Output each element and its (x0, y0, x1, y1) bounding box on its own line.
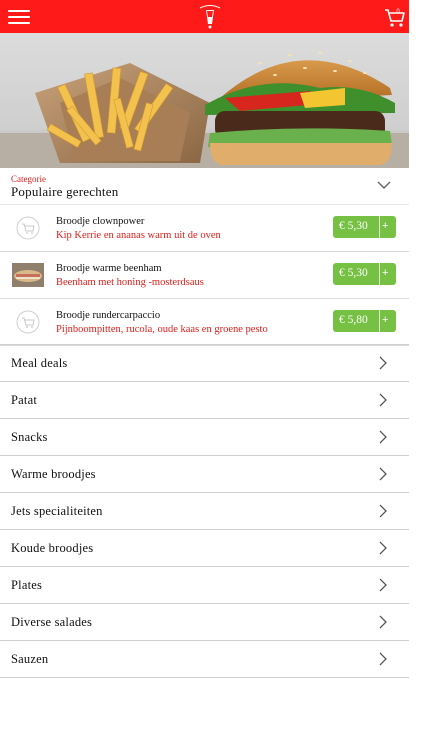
category-row-jets-specialiteiten[interactable]: Jets specialiteiten (0, 493, 409, 530)
chevron-right-icon (379, 467, 387, 481)
plus-icon: + (382, 220, 389, 232)
popular-item[interactable]: Broodje rundercarpaccio Pijnboompitten, … (0, 299, 409, 346)
category-row-label: Snacks (11, 430, 48, 444)
hamburger-menu-icon[interactable] (8, 10, 30, 24)
category-title: Populaire gerechten (11, 184, 119, 199)
category-row-plates[interactable]: Plates (0, 567, 409, 604)
category-row-label: Jets specialiteiten (11, 504, 103, 518)
chevron-right-icon (379, 615, 387, 629)
item-description: Beenham met honing -mosterdsaus (56, 277, 204, 288)
category-row-label: Plates (11, 578, 43, 592)
app-screen: 0 Categorie Populaire gerechten Broodje … (0, 0, 422, 750)
cart-placeholder-icon (16, 216, 40, 240)
top-bar: 0 (0, 0, 409, 33)
add-to-cart-button[interactable]: € 5,80 + (333, 310, 396, 332)
category-row-sauzen[interactable]: Sauzen (0, 641, 409, 678)
chevron-right-icon (379, 430, 387, 444)
price-divider (379, 216, 380, 238)
category-row-patat[interactable]: Patat (0, 382, 409, 419)
item-name: Broodje warme beenham (56, 263, 162, 274)
category-row-koude-broodjes[interactable]: Koude broodjes (0, 530, 409, 567)
plus-icon: + (382, 314, 389, 326)
add-to-cart-button[interactable]: € 5,30 + (333, 216, 396, 238)
chevron-right-icon (379, 504, 387, 518)
category-row-snacks[interactable]: Snacks (0, 419, 409, 456)
chevron-right-icon (379, 356, 387, 370)
category-row-meal-deals[interactable]: Meal deals (0, 345, 409, 382)
price-divider (379, 310, 380, 332)
category-row-warme-broodjes[interactable]: Warme broodjes (0, 456, 409, 493)
chevron-right-icon (379, 541, 387, 555)
chevron-down-icon (377, 181, 391, 189)
item-description: Pijnboompitten, rucola, oude kaas en gro… (56, 324, 268, 335)
item-price: € 5,80 (339, 314, 368, 326)
item-price: € 5,30 (339, 220, 368, 232)
popular-item[interactable]: Broodje clownpower Kip Kerrie en ananas … (0, 204, 409, 252)
item-description: Kip Kerrie en ananas warm uit de oven (56, 230, 221, 241)
add-to-cart-button[interactable]: € 5,30 + (333, 263, 396, 285)
item-photo (12, 263, 44, 287)
cart-placeholder-icon (16, 310, 40, 334)
popular-items-list: Broodje clownpower Kip Kerrie en ananas … (0, 204, 409, 346)
category-label: Categorie (11, 174, 46, 184)
category-row-label: Sauzen (11, 652, 49, 666)
category-row-label: Patat (11, 393, 37, 407)
category-list: Meal deals Patat Snacks Warme broodjes J… (0, 344, 409, 678)
chevron-right-icon (379, 652, 387, 666)
popular-item[interactable]: Broodje warme beenham Beenham met honing… (0, 252, 409, 299)
restaurant-logo (199, 5, 221, 29)
category-row-label: Warme broodjes (11, 467, 96, 481)
price-divider (379, 263, 380, 285)
item-name: Broodje clownpower (56, 216, 145, 227)
cart-count-badge: 0 (396, 9, 400, 15)
hero-food-image (0, 33, 409, 168)
item-price: € 5,30 (339, 267, 368, 279)
category-row-label: Koude broodjes (11, 541, 94, 555)
item-name: Broodje rundercarpaccio (56, 310, 161, 321)
chevron-right-icon (379, 393, 387, 407)
chevron-right-icon (379, 578, 387, 592)
plus-icon: + (382, 267, 389, 279)
category-row-label: Meal deals (11, 356, 68, 370)
category-header[interactable]: Categorie Populaire gerechten (0, 168, 409, 204)
category-row-label: Diverse salades (11, 615, 93, 629)
category-row-diverse-salades[interactable]: Diverse salades (0, 604, 409, 641)
